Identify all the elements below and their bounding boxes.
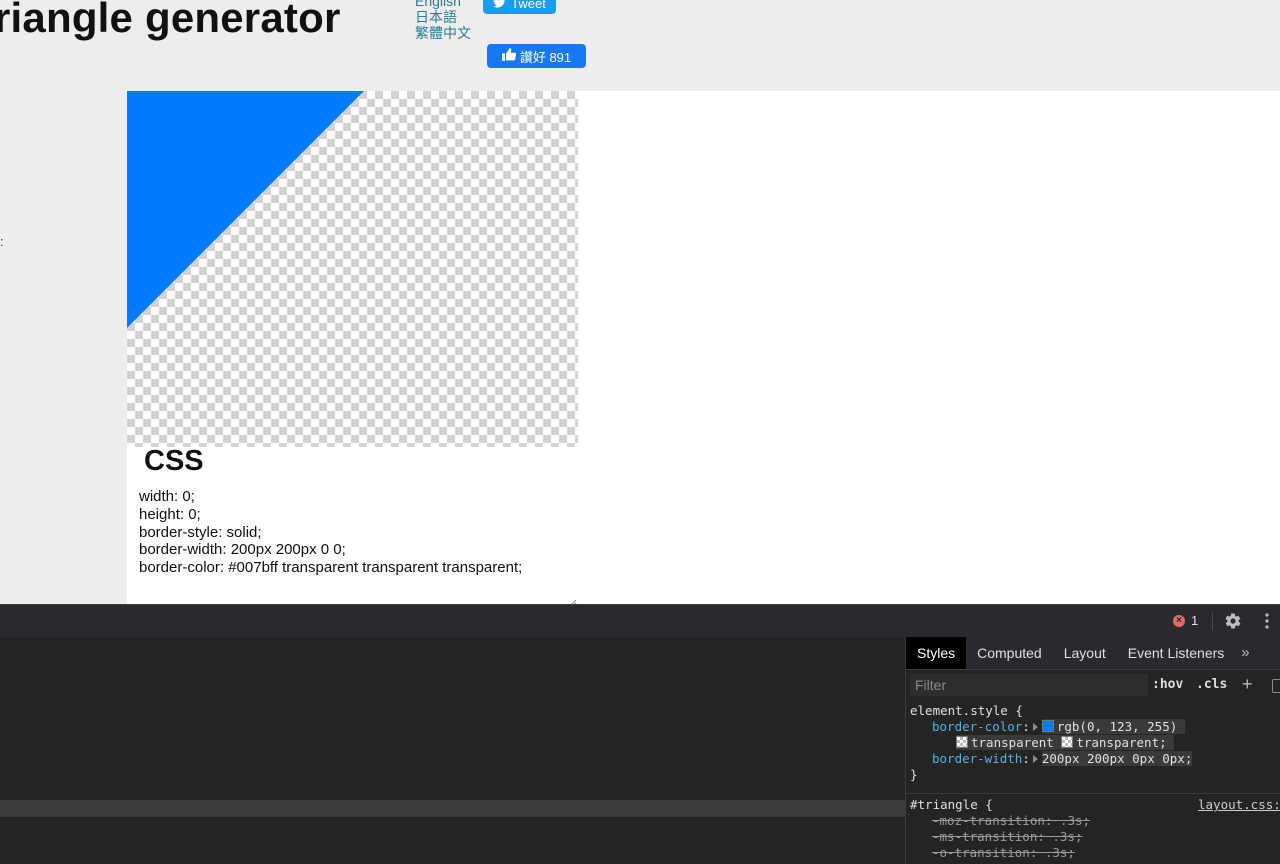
thumbs-up-icon [501,48,516,64]
property-value[interactable]: rgb(0, 123, 255) [1057,719,1177,734]
devtools-toolbar: × 1 [0,604,1280,638]
facebook-like-label: 讚好 891 [519,49,572,65]
new-rule-icon[interactable]: + [1242,674,1253,695]
element-style-rule: element.style { border-color: rgb(0, 123,… [910,703,1193,783]
sidebar-tabs: Styles Computed Layout Event Listeners » [906,637,1280,670]
rule-close-brace: } [910,767,918,782]
devtools-panel: × 1 Styles Computed Layout Event Listene… [0,604,1280,864]
tab-styles[interactable]: Styles [906,637,967,669]
language-link-traditional-chinese[interactable]: 繁體中文 [415,25,471,41]
border-color-continuation[interactable]: transparent transparent; [910,735,1192,751]
expand-arrow-icon[interactable] [1032,755,1038,763]
property-name[interactable]: border-color [932,719,1022,734]
property-value[interactable]: transparent; [1076,735,1166,750]
twitter-bird-icon [493,0,506,11]
main-panel: CSS width: 0; height: 0; border-style: s… [127,91,1280,604]
property-value[interactable]: transparent [971,735,1054,750]
border-color-declaration[interactable]: border-color: rgb(0, 123, 255) [910,719,1192,735]
page-title: riangle generator [0,0,341,41]
more-tabs-icon[interactable]: » [1235,637,1255,669]
transparent-swatch-icon[interactable] [956,736,968,748]
tab-layout[interactable]: Layout [1053,637,1117,669]
styles-filter-input[interactable] [910,674,1148,696]
facebook-like-button[interactable]: 讚好 891 [487,44,586,68]
error-count-indicator[interactable]: × 1 [1173,613,1198,628]
more-options-icon[interactable] [1260,612,1274,630]
overridden-declaration[interactable]: -ms-transition: .3s; [910,829,1090,845]
tab-computed[interactable]: Computed [966,637,1053,669]
language-link-english[interactable]: English [415,0,471,9]
rule-selector[interactable]: element.style { [910,703,1192,719]
sidebar-toggle-icon[interactable] [1272,679,1280,693]
rule-divider [906,793,1280,794]
styles-sidebar: Styles Computed Layout Event Listeners »… [906,637,1280,864]
elements-tree-pane[interactable] [0,637,905,864]
border-width-declaration[interactable]: border-width: 200px 200px 0px 0px; [910,751,1193,767]
overridden-declaration[interactable]: -moz-transition: .3s; [910,813,1090,829]
stylesheet-source-link[interactable]: layout.css: [1198,797,1280,812]
property-value[interactable]: 200px 200px 0px 0px; [1041,751,1193,766]
triangle-shape [127,91,364,328]
triangle-rule: #triangle { -moz-transition: .3s; -ms-tr… [910,797,1090,861]
triangle-preview [127,91,578,447]
color-swatch-icon[interactable] [1041,720,1054,732]
property-name[interactable]: border-width [932,751,1022,766]
gear-icon[interactable] [1224,612,1242,630]
error-count: 1 [1191,613,1199,628]
tweet-button[interactable]: Tweet [483,0,556,14]
language-link-japanese[interactable]: 日本語 [415,9,471,25]
styles-filter-row: :hov .cls + [906,670,1280,700]
textarea-resize-handle[interactable] [568,595,577,604]
expand-arrow-icon[interactable] [1032,723,1038,731]
rule-selector[interactable]: #triangle { [910,797,1090,813]
language-list: English 日本語 繁體中文 [415,0,471,41]
overridden-declaration[interactable]: -o-transition: .3s; [910,845,1090,861]
error-icon: × [1173,614,1185,627]
transparent-swatch-icon[interactable] [1061,736,1074,748]
tweet-label: Tweet [511,0,546,11]
left-edge-glyph: : [0,234,4,249]
class-toggle[interactable]: .cls [1196,677,1227,692]
tab-event-listeners[interactable]: Event Listeners [1117,637,1236,669]
selected-node-row[interactable] [0,800,905,817]
hover-state-toggle[interactable]: :hov [1152,677,1183,692]
css-code-output[interactable]: width: 0; height: 0; border-style: solid… [139,488,577,598]
css-heading: CSS [144,445,204,477]
toolbar-divider [1212,612,1213,630]
